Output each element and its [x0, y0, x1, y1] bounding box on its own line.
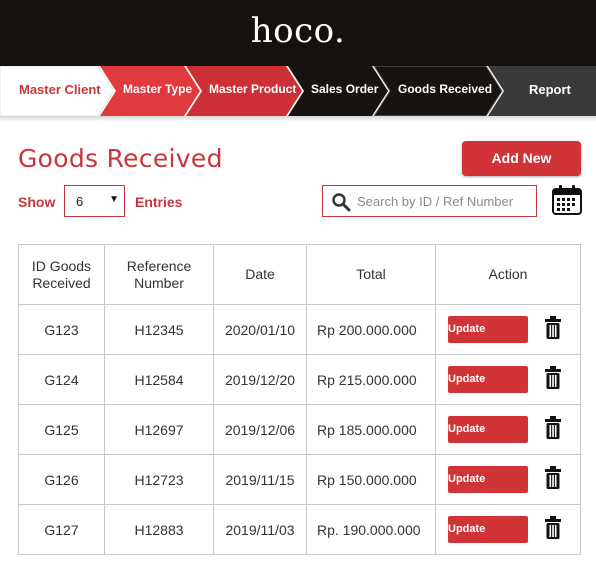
cell-reference: H12345: [104, 304, 214, 355]
brand-logo[interactable]: hoco.: [0, 11, 596, 51]
workflow-nav: Master Client Master Type Master Product…: [0, 66, 596, 116]
cell-total: Rp 185.000.000: [306, 404, 436, 455]
cell-id: G125: [18, 404, 105, 455]
search-input[interactable]: Search by ID / Ref Number: [322, 185, 537, 217]
trash-icon[interactable]: [544, 516, 562, 543]
trash-icon[interactable]: [544, 416, 562, 443]
search-placeholder: Search by ID / Ref Number: [357, 194, 514, 209]
chevron-down-icon: ▼: [109, 194, 119, 205]
cell-action: Update: [435, 454, 581, 505]
nav-step-master-product[interactable]: Master Product: [209, 82, 296, 96]
nav-step-goods-received[interactable]: Goods Received: [398, 82, 492, 96]
table-row: G125 H12697 2019/12/06 Rp 185.000.000 Update: [18, 404, 581, 455]
col-total: Total: [306, 244, 436, 305]
page-title: Goods Received: [18, 144, 223, 173]
nav-shadow: [0, 116, 596, 122]
cell-total: Rp 150.000.000: [306, 454, 436, 505]
top-header-bar: hoco.: [0, 0, 596, 66]
cell-date: 2019/12/20: [213, 354, 307, 405]
cell-total: Rp 215.000.000: [306, 354, 436, 405]
table-row: G123 H12345 2020/01/10 Rp 200.000.000 Update: [18, 304, 581, 355]
table-row: G127 H12883 2019/11/03 Rp. 190.000.000 Updat…: [18, 504, 581, 555]
col-id: ID Goods Received: [18, 244, 105, 305]
trash-icon[interactable]: [544, 466, 562, 493]
cell-total: Rp. 190.000.000: [306, 504, 436, 555]
cell-date: 2019/11/15: [213, 454, 307, 505]
update-button[interactable]: Update: [448, 366, 528, 393]
goods-received-table: ID Goods Received Reference Number Date …: [18, 244, 581, 555]
col-reference: Reference Number: [104, 244, 214, 305]
cell-reference: H12883: [104, 504, 214, 555]
cell-date: 2020/01/10: [213, 304, 307, 355]
add-new-button[interactable]: Add New: [462, 141, 581, 176]
update-button[interactable]: Update: [448, 416, 528, 443]
update-button[interactable]: Update: [448, 466, 528, 493]
cell-total: Rp 200.000.000: [306, 304, 436, 355]
cell-reference: H12697: [104, 404, 214, 455]
cell-id: G127: [18, 504, 105, 555]
table-body: G123 H12345 2020/01/10 Rp 200.000.000 Update…: [18, 304, 581, 555]
cell-action: Update: [435, 304, 581, 355]
cell-reference: H12584: [104, 354, 214, 405]
calendar-icon[interactable]: [551, 184, 583, 216]
cell-date: 2019/12/06: [213, 404, 307, 455]
col-action: Action: [435, 244, 581, 305]
col-date: Date: [213, 244, 307, 305]
cell-id: G124: [18, 354, 105, 405]
table-header-row: ID Goods Received Reference Number Date …: [18, 244, 581, 305]
trash-icon[interactable]: [544, 366, 562, 393]
update-button[interactable]: Update: [448, 316, 528, 343]
cell-id: G123: [18, 304, 105, 355]
trash-icon[interactable]: [544, 316, 562, 343]
search-icon: [332, 193, 351, 212]
table-row: G126 H12723 2019/11/15 Rp 150.000.000 Update: [18, 454, 581, 505]
cell-id: G126: [18, 454, 105, 505]
cell-action: Update: [435, 404, 581, 455]
cell-action: Update: [435, 504, 581, 555]
nav-step-master-type[interactable]: Master Type: [123, 82, 192, 96]
entries-select[interactable]: 6 ▼: [64, 185, 125, 217]
table-row: G124 H12584 2019/12/20 Rp 215.000.000 Update: [18, 354, 581, 405]
show-label: Show: [18, 194, 56, 210]
nav-step-master-client[interactable]: Master Client: [19, 82, 101, 97]
cell-date: 2019/11/03: [213, 504, 307, 555]
cell-reference: H12723: [104, 454, 214, 505]
cell-action: Update: [435, 354, 581, 405]
update-button[interactable]: Update: [448, 516, 528, 543]
entries-select-value: 6: [76, 194, 84, 209]
entries-label: Entries: [135, 194, 183, 210]
nav-step-report[interactable]: Report: [529, 82, 571, 97]
nav-step-sales-order[interactable]: Sales Order: [311, 82, 378, 96]
